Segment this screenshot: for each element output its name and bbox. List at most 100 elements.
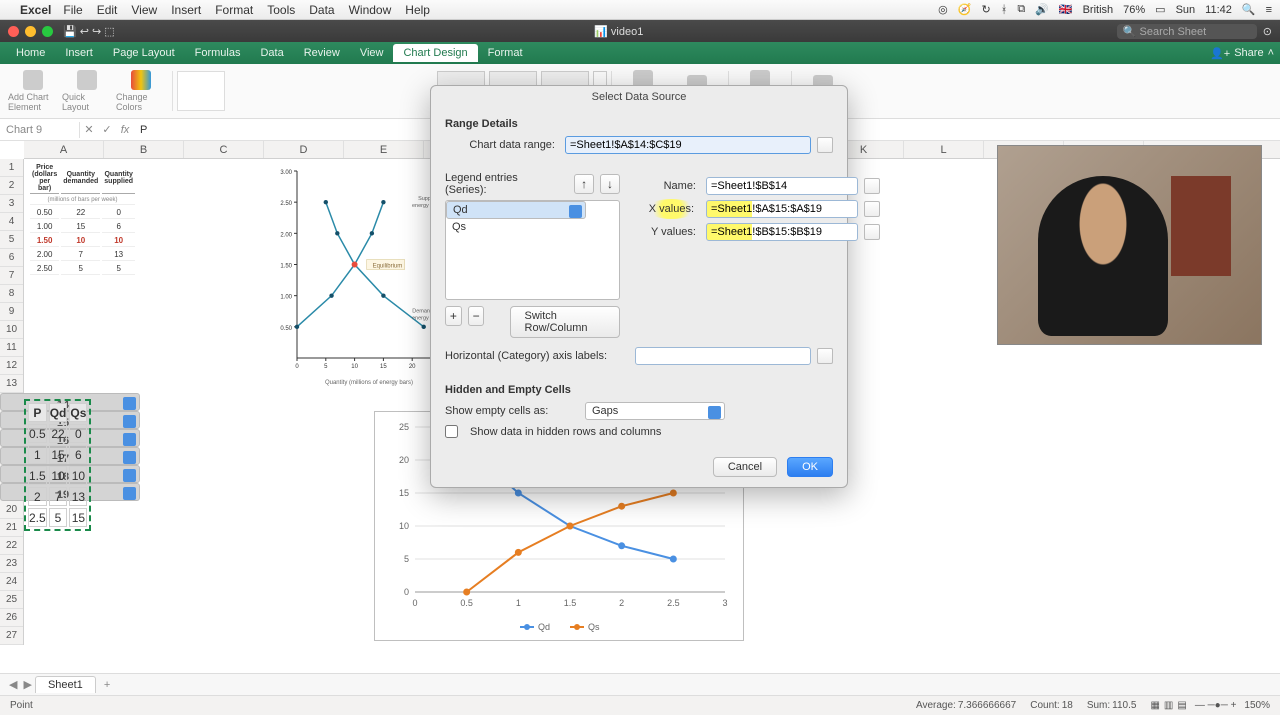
ok-button[interactable]: OK xyxy=(787,457,833,477)
volume-icon[interactable]: 🔊 xyxy=(1035,3,1049,16)
menu-help[interactable]: Help xyxy=(405,3,430,17)
svg-text:Quantity (millions of energy b: Quantity (millions of energy bars) xyxy=(325,380,413,386)
ribbon-toggle-icon[interactable]: ⊙ xyxy=(1263,25,1272,38)
add-series[interactable]: + xyxy=(445,306,462,326)
view-normal-icon[interactable]: ▦ xyxy=(1150,700,1159,711)
zoom-slider[interactable]: — ─●─ + xyxy=(1195,700,1237,711)
cancel-button[interactable]: Cancel xyxy=(713,457,777,477)
add-chart-element[interactable]: Add Chart Element xyxy=(8,68,58,114)
y-values-input[interactable] xyxy=(706,223,858,241)
first-sheet[interactable]: ◀ xyxy=(9,678,17,691)
add-sheet[interactable]: + xyxy=(104,679,110,691)
last-sheet[interactable]: ▶ xyxy=(23,678,31,691)
tab-review[interactable]: Review xyxy=(294,44,350,62)
series-listbox[interactable]: Qd Qs xyxy=(445,200,620,300)
x-picker-icon[interactable] xyxy=(864,201,880,217)
svg-text:0.5: 0.5 xyxy=(460,598,473,608)
menu-tools[interactable]: Tools xyxy=(267,3,295,17)
haxis-input[interactable] xyxy=(635,347,811,365)
siri-icon[interactable]: ◎ xyxy=(938,3,948,16)
wifi-icon[interactable]: ⧉ xyxy=(1017,3,1025,16)
empty-cells-select[interactable]: Gaps xyxy=(585,402,725,420)
share-button[interactable]: 👤+ Share ˄ xyxy=(1210,47,1274,60)
change-colors[interactable]: Change Colors xyxy=(116,68,166,114)
clock-time[interactable]: 11:42 xyxy=(1205,4,1232,16)
tab-data[interactable]: Data xyxy=(250,44,293,62)
battery-icon: ▭ xyxy=(1155,3,1165,16)
svg-text:1.5: 1.5 xyxy=(564,598,577,608)
menu-data[interactable]: Data xyxy=(309,3,334,17)
menu-insert[interactable]: Insert xyxy=(171,3,201,17)
svg-text:0: 0 xyxy=(404,587,409,597)
minimize-window[interactable] xyxy=(25,26,36,37)
tab-format[interactable]: Format xyxy=(478,44,533,62)
name-box[interactable]: Chart 9 xyxy=(0,122,80,138)
view-layout-icon[interactable]: ▥ xyxy=(1164,700,1173,711)
zoom-value[interactable]: 150% xyxy=(1244,700,1270,711)
accept-formula[interactable]: ✓ xyxy=(98,123,116,136)
safari-icon[interactable]: 🧭 xyxy=(958,3,972,16)
quick-layout[interactable]: Quick Layout xyxy=(62,68,112,114)
tab-pagelayout[interactable]: Page Layout xyxy=(103,44,185,62)
svg-text:Equilibrium: Equilibrium xyxy=(373,264,403,270)
supply-demand-table[interactable]: PQdQs 0.522011561.5101027132.5515 xyxy=(24,399,91,531)
notifications-icon[interactable]: ≡ xyxy=(1266,4,1272,16)
y-picker-icon[interactable] xyxy=(864,224,880,240)
timemachine-icon[interactable]: ↻ xyxy=(981,3,990,16)
fx-icon[interactable]: fx xyxy=(116,124,134,136)
equilibrium-chart[interactable]: 0.501.001.502.002.503.000510152025Equili… xyxy=(269,163,449,388)
mode: Point xyxy=(10,700,33,711)
clock-day[interactable]: Sun xyxy=(1176,4,1196,16)
sheet1-tab[interactable]: Sheet1 xyxy=(35,676,96,693)
chart-styles-gallery[interactable] xyxy=(177,71,437,111)
bluetooth-icon[interactable]: ᚼ xyxy=(1001,4,1008,16)
series-qd[interactable]: Qd xyxy=(446,201,586,219)
zoom-window[interactable] xyxy=(42,26,53,37)
flag-icon[interactable]: 🇬🇧 xyxy=(1059,3,1073,16)
haxis-picker-icon[interactable] xyxy=(817,348,833,364)
menu-edit[interactable]: Edit xyxy=(97,3,118,17)
tab-home[interactable]: Home xyxy=(6,44,55,62)
svg-text:25: 25 xyxy=(399,422,409,432)
select-data-source-dialog: Select Data Source Range Details Chart d… xyxy=(430,85,848,488)
svg-text:10: 10 xyxy=(399,521,409,531)
menu-window[interactable]: Window xyxy=(349,3,392,17)
range-picker-icon[interactable] xyxy=(817,137,833,153)
tab-view[interactable]: View xyxy=(350,44,394,62)
switch-row-column-button[interactable]: Switch Row/Column xyxy=(510,306,620,338)
row-headers[interactable]: 1234567891011121314151617181920212223242… xyxy=(0,159,24,645)
name-picker-icon[interactable] xyxy=(864,178,880,194)
input-lang[interactable]: British xyxy=(1083,4,1114,16)
show-hidden-checkbox[interactable] xyxy=(445,425,458,438)
app-name[interactable]: Excel xyxy=(20,3,51,17)
svg-text:Qd: Qd xyxy=(538,622,550,632)
search-sheet[interactable]: 🔍 Search Sheet xyxy=(1117,24,1257,39)
tab-formulas[interactable]: Formulas xyxy=(185,44,251,62)
cancel-formula[interactable]: ✕ xyxy=(80,123,98,136)
series-down[interactable]: ↓ xyxy=(600,174,620,194)
menu-file[interactable]: File xyxy=(63,3,82,17)
close-window[interactable] xyxy=(8,26,19,37)
count-label: Count: xyxy=(1030,700,1059,711)
view-break-icon[interactable]: ▤ xyxy=(1177,700,1186,711)
series-up[interactable]: ↑ xyxy=(574,174,594,194)
svg-text:0: 0 xyxy=(295,364,299,370)
svg-text:5: 5 xyxy=(404,554,409,564)
legend-entries-label: Legend entries (Series): xyxy=(445,172,562,196)
menu-format[interactable]: Format xyxy=(215,3,253,17)
tab-chartdesign[interactable]: Chart Design xyxy=(393,44,477,62)
formula-value[interactable]: P xyxy=(134,122,153,138)
autosave-icon[interactable]: 💾 ↩ ↪ ⬚ xyxy=(63,25,115,38)
menu-view[interactable]: View xyxy=(131,3,157,17)
x-values-input[interactable] xyxy=(706,200,858,218)
hidden-cells-heading: Hidden and Empty Cells xyxy=(445,384,833,396)
show-hidden-label: Show data in hidden rows and columns xyxy=(470,426,661,438)
spotlight-icon[interactable]: 🔍 xyxy=(1242,3,1256,16)
remove-series[interactable]: − xyxy=(468,306,485,326)
chart-range-input[interactable] xyxy=(565,136,811,154)
battery[interactable]: 76% xyxy=(1123,4,1145,16)
series-name-label: Name: xyxy=(636,180,696,192)
series-qs[interactable]: Qs xyxy=(446,219,619,235)
series-name-input[interactable] xyxy=(706,177,858,195)
tab-insert[interactable]: Insert xyxy=(55,44,103,62)
